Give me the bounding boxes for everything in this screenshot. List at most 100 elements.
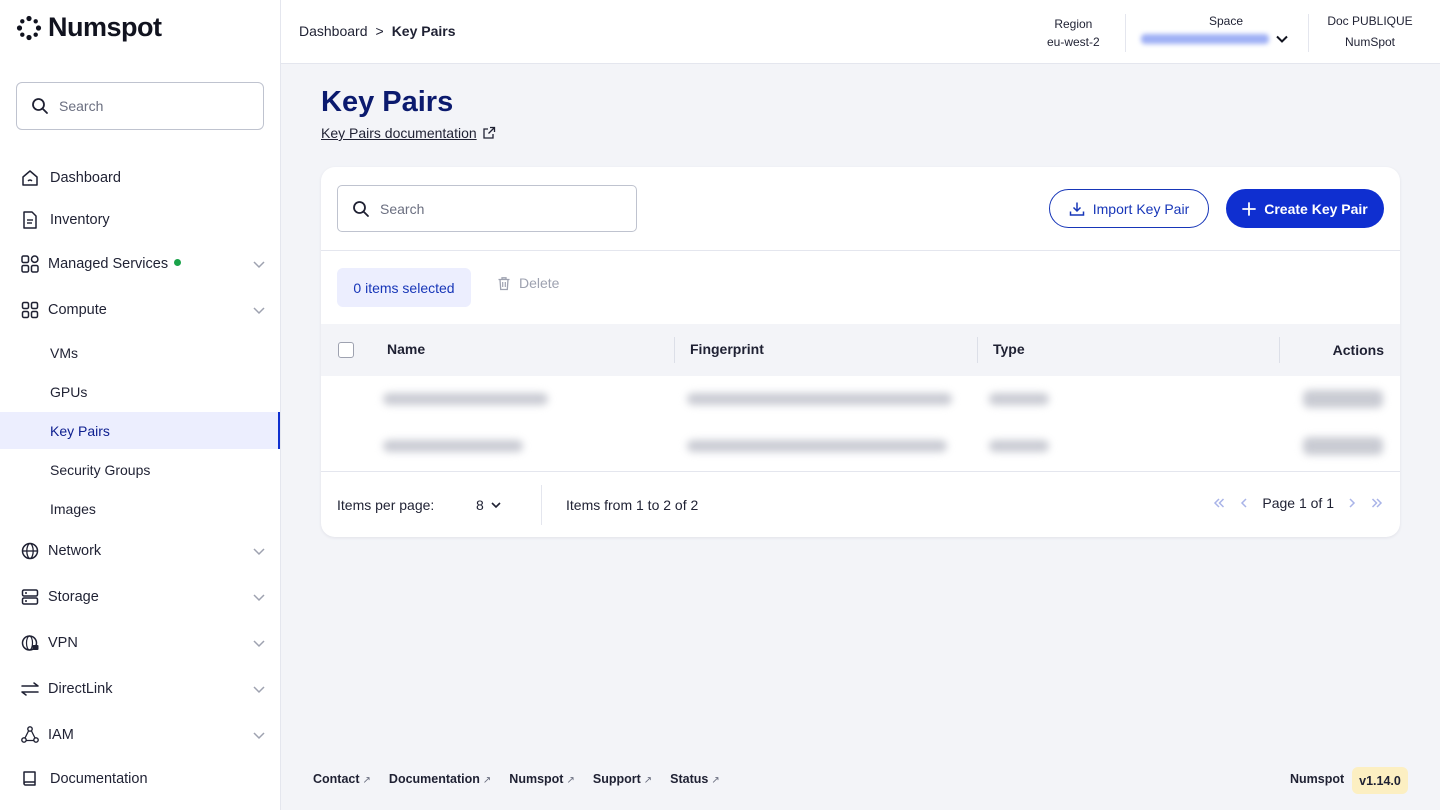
footer-link-label: Numspot	[509, 772, 564, 786]
search-icon	[32, 98, 48, 114]
sidebar-item-documentation[interactable]: Documentation	[0, 760, 280, 798]
chevron-down-icon[interactable]	[252, 257, 266, 271]
org-info[interactable]: Doc PUBLIQUE NumSpot	[1325, 12, 1415, 51]
column-header-name[interactable]: Name	[387, 341, 425, 357]
download-icon	[1069, 202, 1084, 216]
numspot-logo[interactable]: Numspot	[16, 12, 162, 43]
documentation-link[interactable]: Key Pairs documentation	[321, 125, 496, 141]
previous-page-icon[interactable]	[1238, 496, 1250, 510]
header-divider	[1125, 14, 1126, 52]
sidebar-subitem-label: Key Pairs	[50, 422, 110, 439]
row-actions-redacted[interactable]	[1303, 390, 1383, 408]
sidebar-item-label: Storage	[48, 589, 99, 605]
sidebar-subitem-images[interactable]: Images	[0, 490, 280, 527]
breadcrumb-separator: >	[375, 23, 384, 39]
sidebar-item-label-wrap: Managed Services	[48, 256, 182, 272]
sidebar-subitem-vms[interactable]: VMs	[0, 334, 280, 371]
sidebar-item-storage[interactable]: Storage	[0, 578, 280, 616]
table-row[interactable]	[321, 423, 1400, 470]
footer-link-documentation[interactable]: Documentation ↗	[389, 772, 491, 786]
table-search[interactable]	[337, 185, 637, 232]
home-icon	[20, 168, 40, 188]
chevron-down-icon[interactable]	[252, 303, 266, 317]
footer-link-status[interactable]: Status ↗	[670, 772, 720, 786]
footer-link-label: Support	[592, 772, 641, 786]
last-page-icon[interactable]	[1370, 496, 1384, 510]
sidebar-item-dashboard[interactable]: Dashboard	[0, 159, 280, 197]
sidebar: Numspot Dashboard Inventory Managed Serv…	[0, 0, 281, 810]
sidebar-item-label: IAM	[48, 727, 74, 743]
sidebar-item-network[interactable]: Network	[0, 532, 280, 570]
external-arrow-icon: ↗	[482, 775, 492, 786]
divider	[321, 471, 1400, 472]
space-dropdown[interactable]	[1141, 32, 1291, 46]
region-label: Region	[1054, 17, 1093, 31]
sidebar-item-label: Documentation	[50, 771, 148, 787]
chevron-down-icon[interactable]	[252, 682, 266, 696]
sidebar-subitem-key-pairs[interactable]: Key Pairs	[0, 412, 280, 449]
selected-count-badge: 0 items selected	[337, 268, 471, 307]
footer-link-numspot[interactable]: Numspot ↗	[509, 772, 575, 786]
external-arrow-icon: ↗	[362, 775, 371, 786]
sidebar-item-managed-services[interactable]: Managed Services	[0, 245, 280, 283]
trash-icon	[498, 276, 510, 290]
first-page-icon[interactable]	[1212, 496, 1226, 510]
page-indicator: Page 1 of 1	[1262, 495, 1334, 511]
space-selector[interactable]: Space	[1141, 12, 1291, 46]
sidebar-search[interactable]	[16, 82, 264, 130]
column-divider	[977, 337, 978, 363]
sidebar-search-input[interactable]	[59, 98, 239, 114]
redacted-cell	[989, 393, 1049, 405]
delete-button[interactable]: Delete	[497, 275, 559, 291]
sidebar-item-compute[interactable]: Compute	[0, 291, 280, 329]
table-search-input[interactable]	[380, 200, 620, 217]
external-link-icon	[482, 126, 495, 139]
chevron-down-icon[interactable]	[252, 728, 266, 742]
region-info: Region eu-west-2	[1047, 15, 1100, 51]
table-row[interactable]	[321, 376, 1400, 423]
space-label: Space	[1208, 14, 1244, 28]
column-header-type[interactable]: Type	[993, 341, 1025, 357]
items-per-page-select[interactable]: 8	[476, 497, 502, 513]
sidebar-item-label: Network	[48, 543, 102, 559]
table-header: Name Fingerprint Type Actions	[321, 324, 1400, 376]
redacted-cell	[687, 393, 952, 405]
import-key-pair-label: Import Key Pair	[1092, 200, 1190, 217]
footer-link-support[interactable]: Support ↗	[593, 772, 652, 786]
chevron-down-icon[interactable]	[252, 544, 266, 558]
sidebar-item-label: Compute	[48, 302, 107, 318]
sidebar-item-iam[interactable]: IAM	[0, 716, 280, 754]
breadcrumb-root[interactable]: Dashboard	[299, 23, 368, 39]
chevron-down-icon[interactable]	[252, 590, 266, 604]
column-header-fingerprint[interactable]: Fingerprint	[690, 341, 764, 357]
sidebar-item-vpn[interactable]: VPN	[0, 624, 280, 662]
column-divider	[674, 337, 675, 363]
sidebar-subitem-label: VMs	[50, 344, 78, 361]
sidebar-subitem-security-groups[interactable]: Security Groups	[0, 451, 280, 488]
page-footer: Contact ↗ Documentation ↗ Numspot ↗ Support…	[313, 772, 720, 786]
redacted-cell	[989, 440, 1049, 452]
sidebar-item-directlink[interactable]: DirectLink	[0, 670, 280, 708]
sidebar-item-label: VPN	[48, 635, 78, 651]
next-page-icon[interactable]	[1346, 496, 1358, 510]
sidebar-item-inventory[interactable]: Inventory	[0, 201, 280, 239]
delete-label: Delete	[519, 275, 560, 291]
footer-link-contact[interactable]: Contact ↗	[313, 772, 371, 786]
plus-icon	[1242, 201, 1257, 216]
documentation-link-label: Key Pairs documentation	[321, 125, 477, 141]
sidebar-item-label: Inventory	[50, 212, 110, 228]
sidebar-subitem-gpus[interactable]: GPUs	[0, 373, 280, 410]
document-icon	[20, 210, 40, 230]
create-key-pair-button[interactable]: Create Key Pair	[1226, 189, 1384, 228]
numspot-logo-icon	[16, 15, 42, 40]
sidebar-subitem-label: GPUs	[50, 383, 88, 400]
select-all-checkbox[interactable]	[338, 342, 354, 358]
globe-lock-icon	[20, 633, 40, 653]
server-icon	[20, 587, 40, 607]
chevron-down-icon[interactable]	[252, 636, 266, 650]
import-key-pair-button[interactable]: Import Key Pair	[1049, 189, 1209, 228]
sidebar-item-label: DirectLink	[48, 681, 113, 697]
breadcrumb-current: Key Pairs	[391, 23, 456, 39]
status-dot	[174, 258, 182, 266]
row-actions-redacted[interactable]	[1303, 437, 1383, 455]
